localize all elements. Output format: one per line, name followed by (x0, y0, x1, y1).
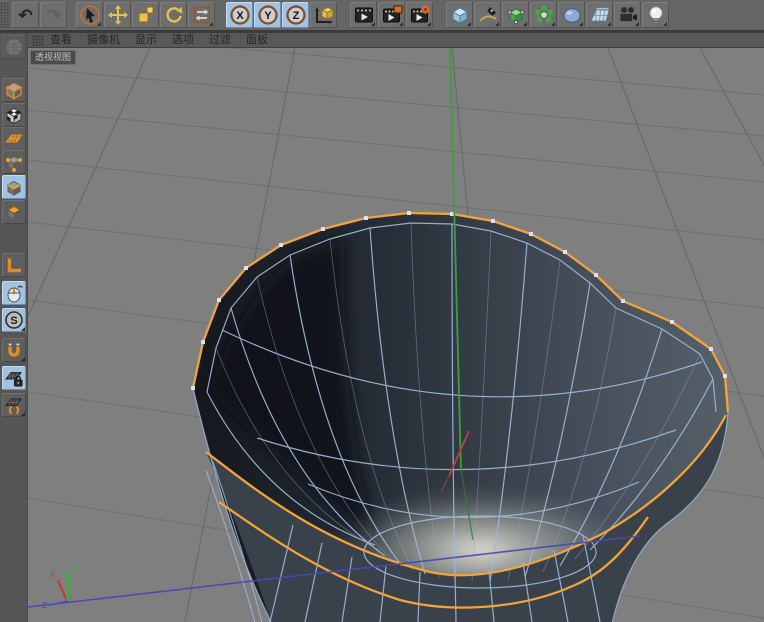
render-settings-icon (409, 4, 431, 26)
edges-mode-icon (4, 177, 24, 197)
workplane-rotate-icon (4, 395, 24, 415)
menu-cameras[interactable]: 摄像机 (87, 33, 120, 48)
redo-button[interactable]: ↷ (40, 2, 67, 28)
x-axis-icon: X (229, 4, 251, 26)
make-editable-icon (4, 37, 24, 57)
add-spline-pen-button[interactable] (474, 2, 501, 28)
left-mode-toolbar: S (0, 33, 28, 622)
snap-quantize-button[interactable]: S (2, 308, 26, 332)
workplane-mode-button[interactable] (2, 127, 26, 151)
metaball-icon (561, 4, 583, 26)
lock-x-axis-button[interactable]: X (226, 2, 253, 28)
primitive-cube-icon (449, 4, 471, 26)
menu-options[interactable]: 选项 (172, 33, 194, 48)
texture-mode-icon (4, 105, 24, 125)
gnomon-z-label: Z (42, 601, 47, 610)
enable-axis-button[interactable] (2, 253, 26, 277)
add-primitive-cube-button[interactable] (446, 2, 473, 28)
make-editable-button[interactable] (2, 35, 26, 59)
svg-text:Y: Y (264, 10, 272, 22)
add-environment-floor-button[interactable] (586, 2, 613, 28)
svg-text:X: X (236, 10, 244, 22)
toolbar-grip[interactable] (0, 2, 10, 28)
move-icon (107, 4, 129, 26)
menu-display[interactable]: 显示 (135, 33, 157, 48)
undo-icon: ↶ (18, 7, 32, 24)
floor-icon (589, 4, 611, 26)
last-tool-icon (191, 4, 213, 26)
redo-icon: ↷ (46, 7, 60, 24)
lock-y-axis-button[interactable]: Y (254, 2, 281, 28)
viewport-menu-grip-icon[interactable] (32, 35, 44, 46)
edges-mode-button[interactable] (2, 175, 26, 199)
rotate-tool-button[interactable] (160, 2, 187, 28)
svg-text:Z: Z (292, 10, 299, 22)
workplane-rotate-button[interactable] (2, 393, 26, 417)
viewport-3d[interactable]: Y X Z 透视视图 (28, 48, 764, 622)
model-mode-icon (4, 80, 24, 100)
polygons-mode-icon (4, 202, 24, 222)
coordinate-system-icon (313, 4, 335, 26)
add-generator-subdivision-button[interactable] (502, 2, 529, 28)
lock-z-axis-button[interactable]: Z (282, 2, 309, 28)
texture-mode-button[interactable] (2, 103, 26, 127)
enable-axis-icon (4, 255, 24, 275)
y-axis-icon: Y (257, 4, 279, 26)
move-tool-button[interactable] (104, 2, 131, 28)
points-mode-icon (4, 152, 24, 172)
polygons-mode-button[interactable] (2, 200, 26, 224)
gnomon-y-label: Y (72, 565, 78, 574)
workplane-mode-icon (4, 129, 24, 149)
app-window: ↶ ↷ (0, 0, 764, 622)
add-metaball-button[interactable] (558, 2, 585, 28)
render-view-button[interactable] (350, 2, 377, 28)
mouse-icon (4, 283, 24, 303)
scale-icon (135, 4, 157, 26)
workplane-lock-icon (4, 368, 24, 388)
last-tool-button[interactable] (188, 2, 215, 28)
render-picture-viewer-button[interactable] (378, 2, 405, 28)
live-selection-button[interactable] (76, 2, 103, 28)
workplane-lock-button[interactable] (2, 366, 26, 390)
enable-snap-magnet-button[interactable] (2, 338, 26, 362)
render-view-icon (353, 4, 375, 26)
add-camera-button[interactable] (614, 2, 641, 28)
rotate-icon (163, 4, 185, 26)
add-light-button[interactable] (642, 2, 669, 28)
subdivision-surface-icon (505, 4, 527, 26)
scale-tool-button[interactable] (132, 2, 159, 28)
camera-icon (617, 4, 639, 26)
light-icon (645, 4, 667, 26)
scene-canvas: Y X Z (28, 48, 764, 622)
spline-pen-icon (477, 4, 499, 26)
menu-filter[interactable]: 过滤 (209, 33, 231, 48)
add-deformer-button[interactable] (530, 2, 557, 28)
coordinate-system-button[interactable] (310, 2, 337, 28)
render-picture-viewer-icon (381, 4, 403, 26)
svg-text:S: S (10, 315, 17, 327)
viewport-menubar: 查看 摄像机 显示 选项 过滤 面板 (28, 33, 764, 48)
magnet-icon (4, 340, 24, 360)
undo-button[interactable]: ↶ (12, 2, 39, 28)
gnomon-x-label: X (50, 570, 56, 579)
deformer-icon (533, 4, 555, 26)
menu-panel[interactable]: 面板 (246, 33, 268, 48)
tweak-mode-button[interactable] (2, 281, 26, 305)
z-axis-icon: Z (285, 4, 307, 26)
points-mode-button[interactable] (2, 150, 26, 174)
menu-view[interactable]: 查看 (50, 33, 72, 48)
render-settings-button[interactable] (406, 2, 433, 28)
model-mode-button[interactable] (2, 78, 26, 102)
viewport-view-label[interactable]: 透视视图 (30, 50, 76, 65)
quantize-s-icon: S (4, 310, 24, 330)
top-toolbar: ↶ ↷ (0, 0, 764, 30)
live-selection-icon (79, 4, 101, 26)
